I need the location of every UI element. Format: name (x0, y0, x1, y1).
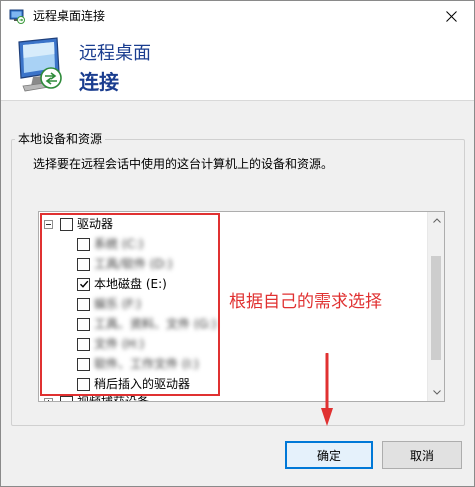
group-title: 本地设备和资源 (15, 132, 106, 146)
scroll-thumb[interactable] (431, 256, 441, 360)
vertical-scrollbar[interactable] (427, 212, 444, 401)
window-title: 远程桌面连接 (33, 9, 106, 23)
chevron-up-icon (432, 218, 441, 223)
close-button[interactable] (428, 1, 474, 31)
annotation-text: 根据自己的需求选择 (229, 292, 382, 312)
checkbox[interactable] (60, 395, 73, 401)
scroll-up-button[interactable] (428, 212, 444, 229)
remote-desktop-icon (9, 8, 25, 24)
cancel-button[interactable]: 取消 (382, 441, 462, 469)
chevron-down-icon (432, 390, 441, 395)
red-arrow-icon (321, 353, 333, 426)
expand-icon[interactable] (44, 397, 53, 401)
scroll-down-button[interactable] (428, 384, 444, 401)
close-icon (445, 10, 457, 22)
banner-title-line1: 远程桌面 (79, 43, 151, 64)
title-bar[interactable]: 远程桌面连接 (1, 1, 474, 31)
banner: 远程桌面 连接 (1, 31, 474, 101)
banner-title-line2: 连接 (79, 70, 119, 94)
remote-desktop-dialog: 远程桌面连接 远程桌面 连接 本地设备和资源 选择要在远程会话中使用的这台计算机… (0, 0, 475, 487)
red-highlight-box (40, 213, 220, 396)
group-description: 选择要在远程会话中使用的这台计算机上的设备和资源。 (33, 157, 334, 171)
ok-button[interactable]: 确定 (285, 441, 373, 469)
remote-desktop-monitor-icon (13, 36, 69, 96)
